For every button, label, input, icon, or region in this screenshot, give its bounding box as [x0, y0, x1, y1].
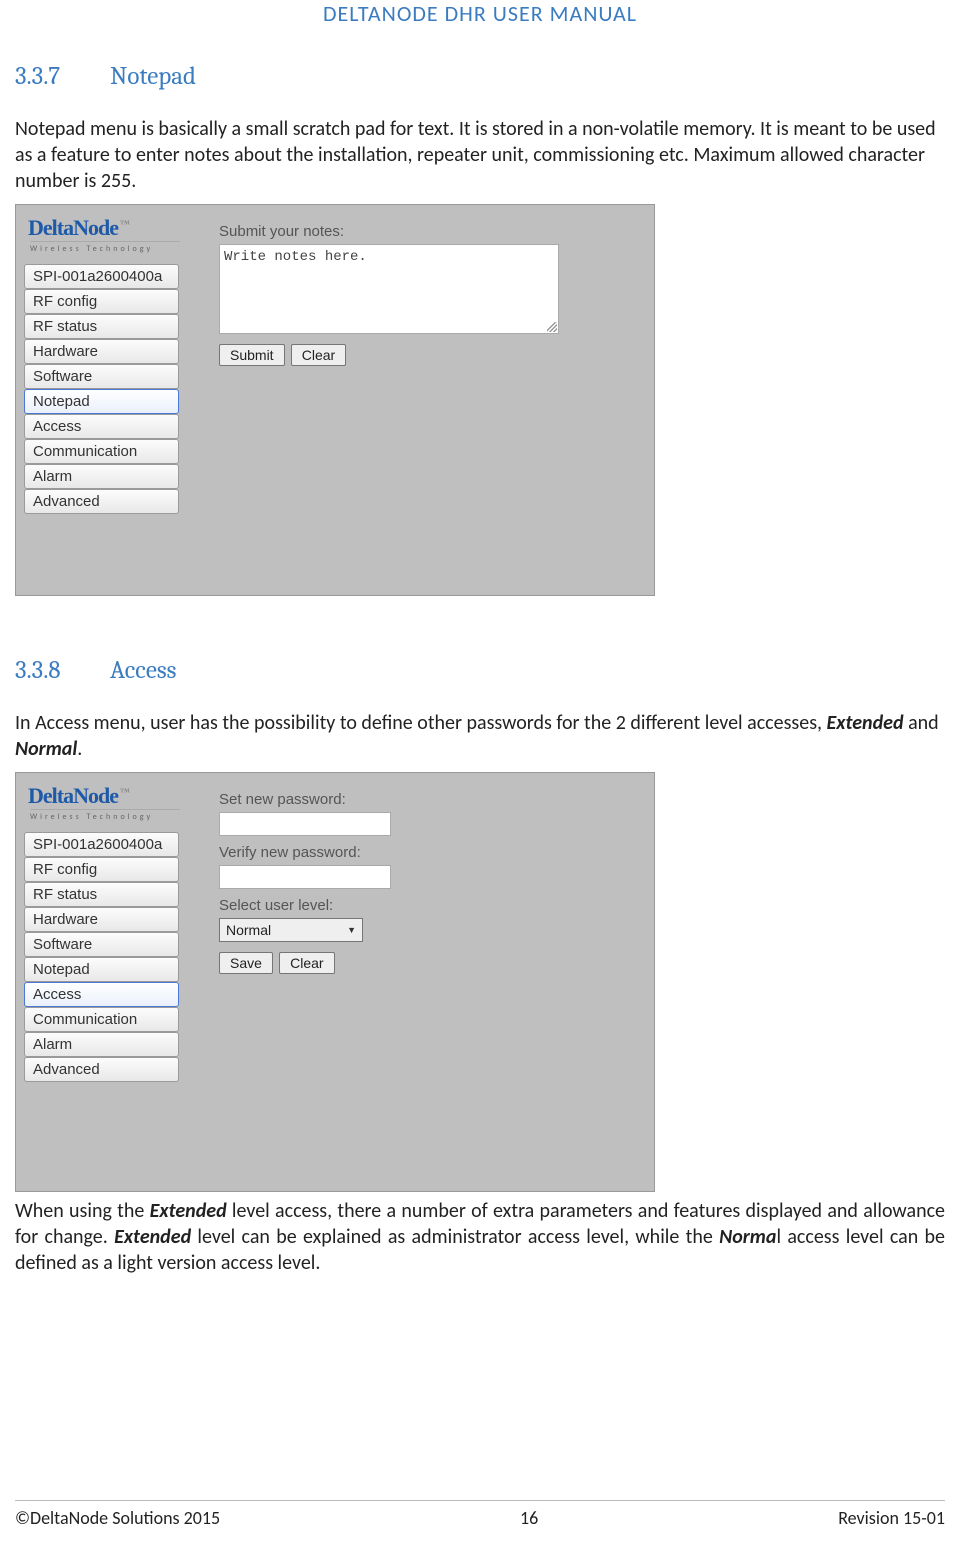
- nav-advanced[interactable]: Advanced: [24, 489, 179, 514]
- nav2-spi[interactable]: SPI-001a2600400a: [24, 832, 179, 857]
- para-access: In Access menu, user has the possibility…: [15, 710, 945, 762]
- heading-3-3-8: 3.3.8Access: [15, 656, 945, 685]
- heading-3-3-7: 3.3.7Notepad: [15, 62, 945, 91]
- running-header: DELTANODE DHR USER MANUAL: [15, 0, 945, 37]
- nav-rf-config[interactable]: RF config: [24, 289, 179, 314]
- nav2-hardware[interactable]: Hardware: [24, 907, 179, 932]
- nav2-access[interactable]: Access: [24, 982, 179, 1007]
- tm-icon: ™: [120, 219, 129, 230]
- label-submit-notes: Submit your notes:: [219, 223, 640, 240]
- save-button[interactable]: Save: [219, 952, 273, 974]
- nav2-advanced[interactable]: Advanced: [24, 1057, 179, 1082]
- label-user-level: Select user level:: [219, 897, 640, 914]
- nav-rf-status[interactable]: RF status: [24, 314, 179, 339]
- nav-software[interactable]: Software: [24, 364, 179, 389]
- screenshot-access: DeltaNode™ Wireless Technology SPI-001a2…: [15, 772, 655, 1192]
- nav-notepad[interactable]: Notepad: [24, 389, 179, 414]
- logo-subtext-2: Wireless Technology: [30, 809, 180, 822]
- nav-list: SPI-001a2600400a RF config RF status Har…: [24, 264, 179, 514]
- notes-text: Write notes here.: [224, 249, 367, 265]
- resize-grip-icon[interactable]: [547, 322, 557, 332]
- select-user-level[interactable]: Normal ▼: [219, 918, 363, 942]
- screenshot-notepad: DeltaNode™ Wireless Technology SPI-001a2…: [15, 204, 655, 596]
- clear-button-2[interactable]: Clear: [279, 952, 334, 974]
- select-value: Normal: [226, 922, 271, 938]
- nav-alarm[interactable]: Alarm: [24, 464, 179, 489]
- sectitle-access: Access: [110, 656, 176, 685]
- nav-hardware[interactable]: Hardware: [24, 339, 179, 364]
- label-verify-password: Verify new password:: [219, 844, 640, 861]
- nav-access[interactable]: Access: [24, 414, 179, 439]
- chevron-down-icon: ▼: [347, 925, 356, 935]
- nav2-alarm[interactable]: Alarm: [24, 1032, 179, 1057]
- nav2-rf-config[interactable]: RF config: [24, 857, 179, 882]
- secnum-3-3-7: 3.3.7: [15, 62, 110, 91]
- para-notepad: Notepad menu is basically a small scratc…: [15, 116, 945, 194]
- sidebar-2: DeltaNode™ Wireless Technology SPI-001a2…: [24, 781, 189, 1082]
- footer-center: 16: [520, 1507, 538, 1529]
- sidebar: DeltaNode™ Wireless Technology SPI-001a2…: [24, 213, 189, 514]
- nav-list-2: SPI-001a2600400a RF config RF status Har…: [24, 832, 179, 1082]
- nav-spi[interactable]: SPI-001a2600400a: [24, 264, 179, 289]
- tm-icon-2: ™: [120, 787, 129, 798]
- secnum-3-3-8: 3.3.8: [15, 656, 110, 685]
- label-set-password: Set new password:: [219, 791, 640, 808]
- input-new-password[interactable]: [219, 812, 391, 836]
- footer-right: Revision 15-01: [838, 1507, 945, 1529]
- para-closing: When using the Extended level access, th…: [15, 1198, 945, 1276]
- logo-text-2: DeltaNode™: [28, 783, 189, 809]
- sectitle-notepad: Notepad: [110, 62, 196, 91]
- nav2-communication[interactable]: Communication: [24, 1007, 179, 1032]
- footer: ©DeltaNode Solutions 2015 16 Revision 15…: [15, 1500, 945, 1529]
- nav2-rf-status[interactable]: RF status: [24, 882, 179, 907]
- nav2-software[interactable]: Software: [24, 932, 179, 957]
- nav2-notepad[interactable]: Notepad: [24, 957, 179, 982]
- notes-textarea[interactable]: Write notes here.: [219, 244, 559, 334]
- logo-text: DeltaNode™: [28, 215, 189, 241]
- input-verify-password[interactable]: [219, 865, 391, 889]
- content-access: Set new password: Verify new password: S…: [189, 781, 646, 980]
- content-notepad: Submit your notes: Write notes here. Sub…: [189, 213, 646, 372]
- footer-left: ©DeltaNode Solutions 2015: [15, 1507, 220, 1529]
- logo-subtext: Wireless Technology: [30, 241, 180, 254]
- submit-button[interactable]: Submit: [219, 344, 285, 366]
- clear-button[interactable]: Clear: [291, 344, 346, 366]
- nav-communication[interactable]: Communication: [24, 439, 179, 464]
